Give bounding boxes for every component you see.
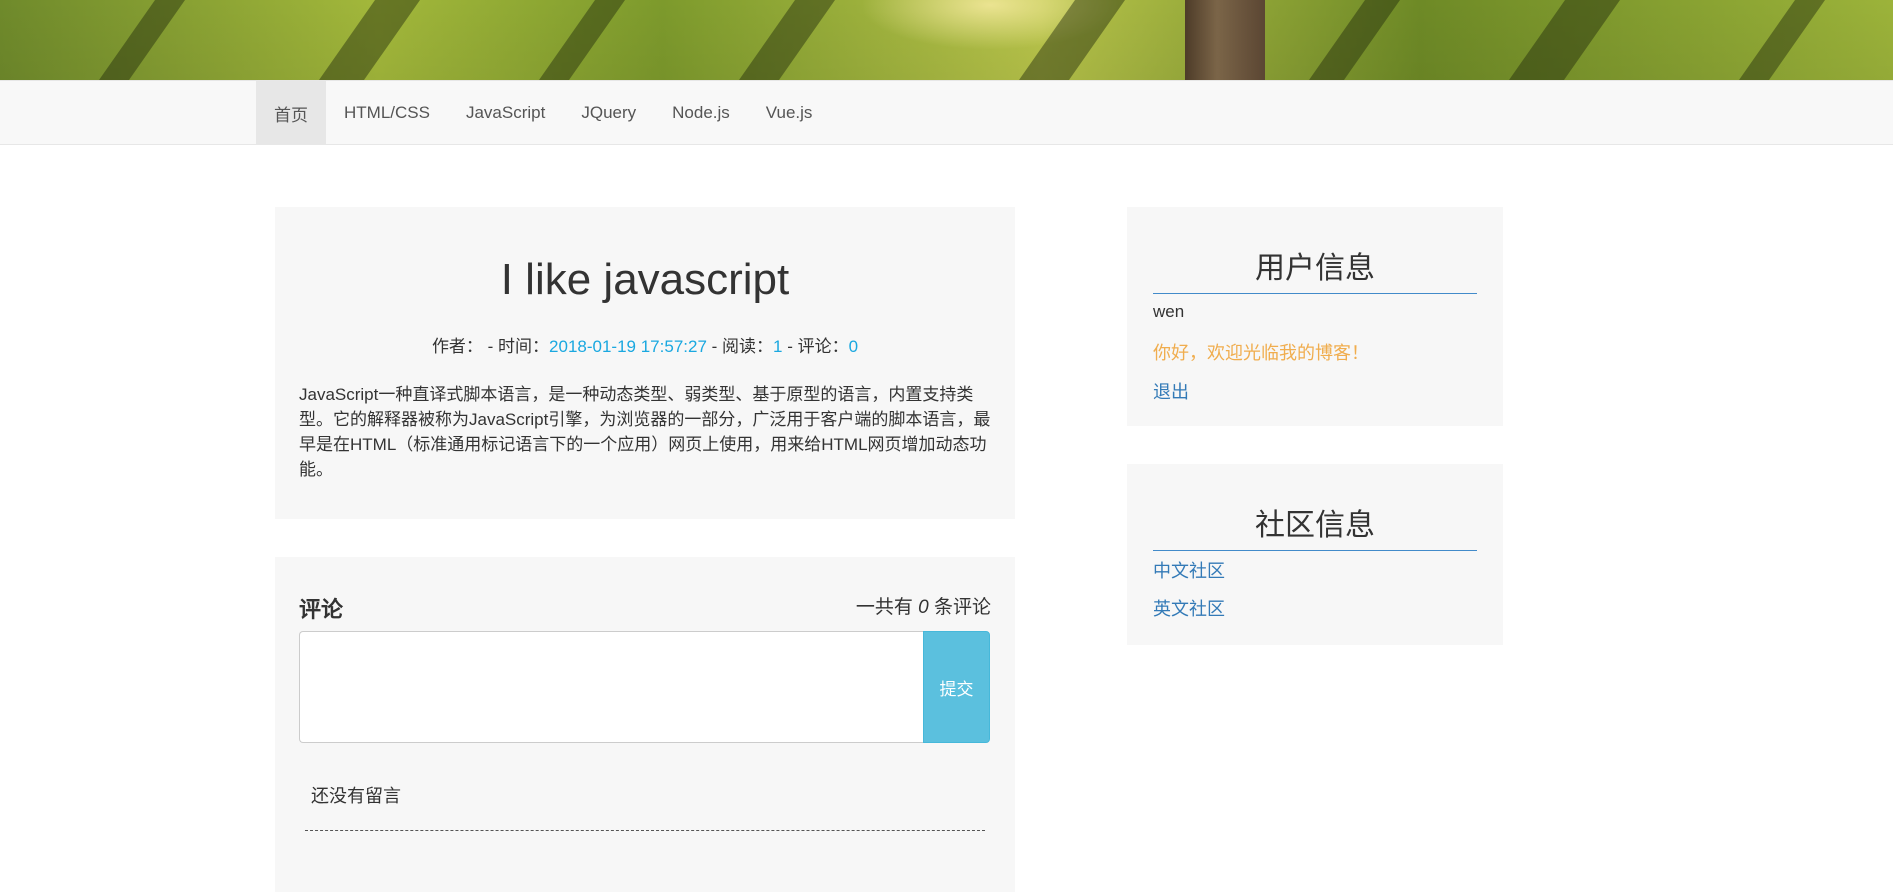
top-navbar: 首页 HTML/CSS JavaScript JQuery Node.js Vu… [0, 80, 1893, 145]
header-banner-image [0, 0, 1893, 80]
comments-total-suffix: 条评论 [928, 597, 991, 618]
nav-item-home[interactable]: 首页 [256, 81, 326, 145]
article-title: I like javascript [500, 255, 790, 304]
welcome-message: 你好，欢迎光临我的博客！ [1153, 343, 1369, 363]
comment-textarea[interactable] [299, 631, 923, 743]
no-comments-text: 还没有留言 [311, 786, 401, 806]
comments-panel: 评论 一共有 0 条评论 提交 还没有留言 [275, 557, 1015, 892]
user-info-panel: 用户信息 wen 你好，欢迎光临我的博客！ 退出 [1127, 207, 1503, 426]
chinese-community-link[interactable]: 中文社区 [1153, 557, 1225, 583]
article-body: JavaScript一种直译式脚本语言，是一种动态类型、弱类型、基于原型的语言，… [299, 385, 991, 479]
english-community-link[interactable]: 英文社区 [1153, 595, 1225, 621]
username: wen [1153, 302, 1185, 321]
user-info-title: 用户信息 [1153, 243, 1477, 294]
comments-title: 评论 [299, 597, 344, 622]
comments-total: 一共有 0 条评论 [856, 592, 991, 619]
comments-total-prefix: 一共有 [855, 597, 919, 618]
time-label: - 时间： [482, 337, 550, 356]
comments-label: - 评论： [782, 337, 849, 356]
nav-item-javascript[interactable]: JavaScript [448, 81, 563, 145]
article-meta: 作者： - 时间：2018-01-19 17:57:27 - 阅读：1 - 评论… [275, 332, 1015, 357]
nav-item-html-css[interactable]: HTML/CSS [326, 81, 448, 145]
comments-divider [305, 830, 985, 831]
banner-tree-trunk [1185, 0, 1265, 80]
logout-link[interactable]: 退出 [1153, 378, 1189, 404]
article-panel: I like javascript 作者： - 时间：2018-01-19 17… [275, 207, 1015, 519]
post-time: 2018-01-19 17:57:27 [549, 337, 707, 356]
submit-button[interactable]: 提交 [923, 631, 990, 743]
nav-menu: 首页 HTML/CSS JavaScript JQuery Node.js Vu… [256, 81, 830, 145]
community-info-panel: 社区信息 中文社区 英文社区 [1127, 464, 1503, 645]
nav-item-vuejs[interactable]: Vue.js [748, 81, 831, 145]
comment-count: 0 [848, 337, 859, 356]
comments-total-number: 0 [918, 597, 929, 618]
nav-item-jquery[interactable]: JQuery [563, 81, 654, 145]
author-label: 作者： [431, 337, 483, 356]
community-info-title: 社区信息 [1153, 500, 1477, 551]
reads-label: - 阅读： [706, 337, 774, 356]
nav-item-nodejs[interactable]: Node.js [654, 81, 748, 145]
comment-form: 提交 [299, 631, 990, 743]
